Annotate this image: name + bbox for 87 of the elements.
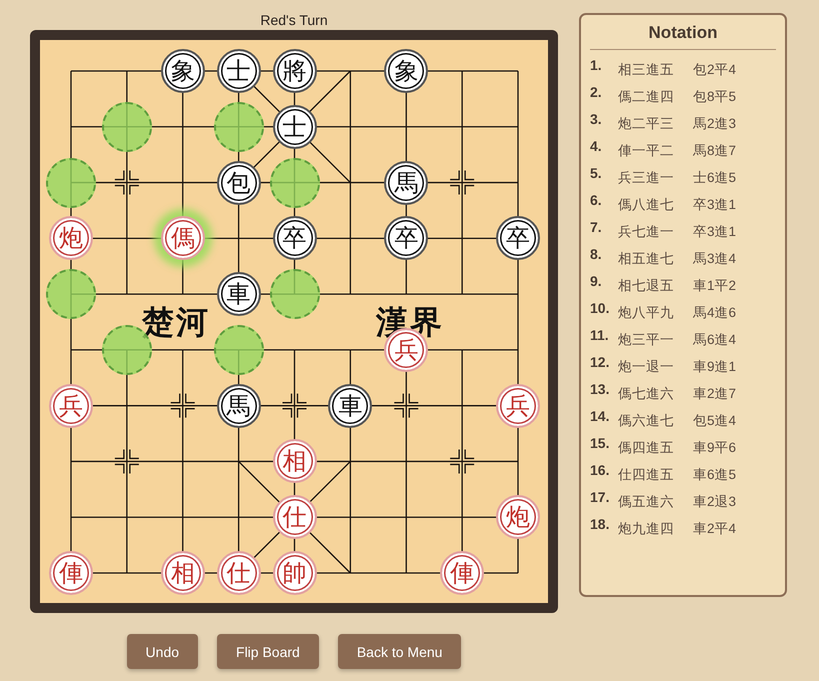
move-number: 7. (590, 219, 603, 235)
chess-piece[interactable]: 炮 (496, 495, 540, 540)
move-number: 6. (590, 192, 603, 208)
chess-piece[interactable]: 馬 (384, 160, 428, 205)
chess-piece[interactable]: 卒 (272, 216, 316, 260)
move-notation: 傌二進四 (618, 88, 675, 106)
move-notation: 車2退3 (693, 493, 738, 511)
move-notation: 相三進五 (618, 61, 675, 79)
chess-piece[interactable]: 相 (272, 439, 316, 484)
move-number: 12. (590, 354, 610, 370)
move-number: 14. (590, 408, 610, 424)
move-hint[interactable] (46, 269, 96, 320)
chess-piece[interactable]: 卒 (496, 216, 540, 260)
move-notation: 仕四進五 (618, 466, 675, 484)
move-notation: 馬3進4 (693, 250, 738, 268)
move-notation: 馬4進6 (693, 304, 738, 322)
turn-indicator: Red's Turn (260, 11, 328, 30)
move-notation: 傌六進七 (618, 412, 675, 430)
chess-piece[interactable]: 車 (328, 384, 372, 428)
move-notation: 包5進4 (693, 412, 738, 430)
move-notation: 馬2進3 (693, 115, 738, 133)
move-number: 17. (590, 489, 610, 505)
move-notation: 車2平4 (693, 520, 738, 538)
chess-piece[interactable]: 俥 (49, 551, 93, 596)
move-number: 8. (590, 246, 603, 262)
move-number: 4. (590, 138, 603, 154)
move-notation: 士6進5 (693, 169, 738, 187)
move-notation: 卒3進1 (693, 223, 738, 241)
move-notation: 車9進1 (693, 358, 738, 376)
move-notation: 兵三進一 (618, 169, 675, 187)
chess-piece[interactable]: 象 (384, 49, 428, 93)
panel-title: Notation (590, 23, 776, 50)
move-notation: 車1平2 (693, 277, 738, 295)
move-notation: 傌八進七 (618, 196, 675, 214)
chess-piece[interactable]: 卒 (384, 216, 428, 260)
move-notation: 包8平5 (693, 88, 738, 106)
move-notation: 車6進5 (693, 466, 738, 484)
chess-piece[interactable]: 士 (216, 49, 261, 93)
move-notation: 炮一退一 (618, 358, 675, 376)
move-notation: 相七退五 (618, 277, 675, 295)
chess-piece[interactable]: 仕 (216, 551, 261, 596)
move-number: 10. (590, 300, 610, 316)
move-notation: 車9平6 (693, 439, 738, 457)
move-number: 5. (590, 165, 603, 181)
move-notation: 兵七進一 (618, 223, 675, 241)
move-number: 15. (590, 435, 610, 451)
chess-piece[interactable]: 俥 (440, 551, 484, 596)
move-number: 13. (590, 381, 610, 397)
move-number: 9. (590, 273, 603, 289)
chess-piece[interactable]: 包 (216, 160, 261, 205)
move-notation: 俥一平二 (618, 142, 675, 160)
chess-piece[interactable]: 馬 (216, 384, 261, 428)
chess-piece[interactable]: 仕 (272, 495, 316, 540)
move-notation: 炮九進四 (618, 520, 675, 538)
move-hint[interactable] (46, 158, 96, 208)
move-notation: 馬8進7 (693, 142, 738, 160)
chess-piece[interactable]: 象 (160, 49, 205, 93)
chess-piece[interactable]: 兵 (49, 384, 93, 428)
chess-piece[interactable]: 炮 (49, 216, 93, 260)
move-notation: 包2平4 (693, 61, 738, 79)
chess-piece[interactable]: 兵 (496, 384, 540, 428)
river-label: 楚河 (142, 303, 210, 341)
move-number: 2. (590, 84, 603, 100)
move-number: 3. (590, 111, 603, 127)
move-number: 16. (590, 462, 610, 478)
move-notation: 傌四進五 (618, 439, 675, 457)
move-number: 18. (590, 516, 610, 532)
move-notation: 傌七進六 (618, 385, 675, 403)
move-number: 11. (590, 327, 610, 343)
chess-piece[interactable]: 車 (216, 272, 261, 316)
move-notation: 相五進七 (618, 250, 675, 268)
move-notation: 炮二平三 (618, 115, 675, 133)
move-notation: 車2進7 (693, 385, 738, 403)
move-notation: 炮八平九 (618, 304, 675, 322)
chess-piece[interactable]: 帥 (272, 551, 316, 596)
action-button[interactable]: Undo (126, 634, 198, 669)
chess-piece[interactable]: 相 (160, 551, 205, 596)
action-button[interactable]: Flip Board (217, 634, 319, 669)
move-notation: 卒3進1 (693, 196, 738, 214)
move-notation: 炮三平一 (618, 331, 675, 349)
action-button[interactable]: Back to Menu (338, 634, 462, 669)
move-notation: 傌五進六 (618, 493, 675, 511)
chess-piece[interactable]: 將 (272, 49, 316, 93)
chess-piece[interactable]: 士 (272, 104, 316, 149)
move-number: 1. (590, 57, 603, 73)
chess-piece[interactable]: 傌 (160, 216, 205, 260)
move-notation: 馬6進4 (693, 331, 738, 349)
